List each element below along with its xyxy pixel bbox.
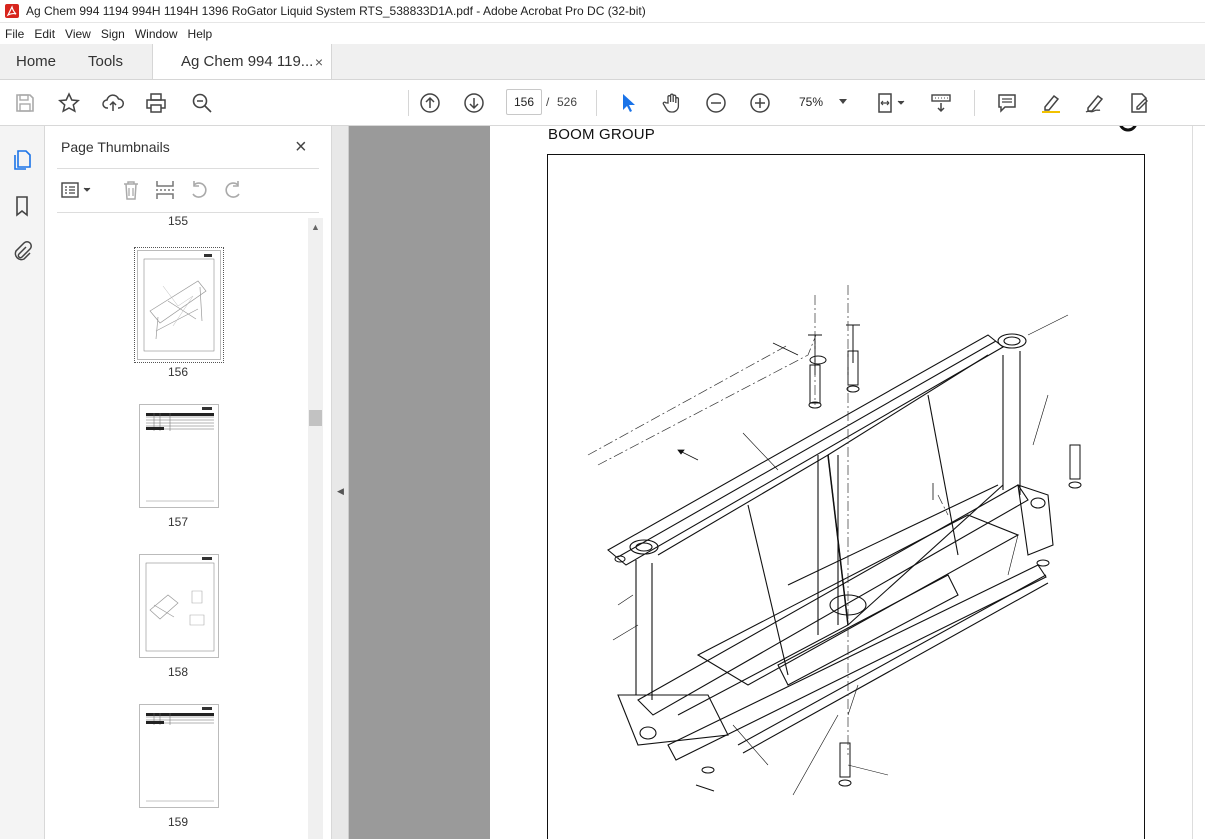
panel-splitter[interactable]: ◀ bbox=[332, 126, 349, 839]
fit-page-icon[interactable] bbox=[874, 91, 908, 115]
search-zoom-icon[interactable] bbox=[190, 91, 214, 115]
thumbnail-table bbox=[146, 707, 214, 802]
tab-bar: Home Tools Ag Chem 994 119... × bbox=[0, 44, 1205, 80]
menu-help[interactable]: Help bbox=[183, 27, 218, 41]
scrollbar-thumb[interactable] bbox=[309, 410, 322, 426]
window-title: Ag Chem 994 1194 994H 1194H 1396 RoGator… bbox=[26, 4, 646, 18]
drawing-frame bbox=[547, 154, 1145, 839]
close-icon[interactable]: × bbox=[295, 136, 307, 159]
toolbar-divider bbox=[596, 90, 597, 116]
thumbnail-page-157[interactable] bbox=[139, 404, 219, 508]
save-icon[interactable] bbox=[13, 91, 37, 115]
zoom-value: 75% bbox=[799, 95, 824, 109]
upload-icon[interactable] bbox=[101, 91, 125, 115]
zoom-dropdown[interactable]: 75% bbox=[793, 89, 853, 115]
menu-window[interactable]: Window bbox=[130, 27, 183, 41]
menu-bar: File Edit View Sign Window Help bbox=[0, 23, 1205, 44]
boom-frame-exploded-drawing bbox=[587, 285, 1082, 796]
toolbar-divider bbox=[974, 90, 975, 116]
thumbnail-page-159[interactable] bbox=[139, 704, 219, 808]
options-menu-icon[interactable] bbox=[59, 178, 95, 202]
page-heading: BOOM GROUP bbox=[548, 126, 656, 143]
acrobat-icon bbox=[5, 4, 19, 18]
insert-pages-icon[interactable] bbox=[153, 178, 177, 202]
zoom-in-icon[interactable] bbox=[748, 91, 772, 115]
comment-icon[interactable] bbox=[995, 91, 1019, 115]
bookmarks-icon[interactable] bbox=[10, 194, 34, 218]
edit-pdf-icon[interactable] bbox=[1127, 91, 1151, 115]
panel-title: Page Thumbnails bbox=[61, 139, 170, 155]
tab-document-label: Ag Chem 994 119... bbox=[181, 53, 314, 70]
page-separator: / bbox=[546, 95, 550, 109]
thumbnail-table bbox=[146, 407, 214, 502]
title-bar: Ag Chem 994 1194 994H 1194H 1396 RoGator… bbox=[0, 0, 1205, 23]
menu-edit[interactable]: Edit bbox=[29, 27, 60, 41]
sign-icon[interactable] bbox=[1083, 91, 1107, 115]
attachments-icon[interactable] bbox=[10, 239, 34, 263]
menu-sign[interactable]: Sign bbox=[96, 27, 130, 41]
page-edge bbox=[1192, 126, 1205, 839]
menu-file[interactable]: File bbox=[0, 27, 29, 41]
print-icon[interactable] bbox=[144, 91, 168, 115]
zoom-out-icon[interactable] bbox=[704, 91, 728, 115]
tab-close-icon[interactable]: × bbox=[315, 54, 323, 70]
thumbnail-label: 158 bbox=[167, 665, 189, 679]
divider bbox=[57, 212, 319, 213]
logo-mark bbox=[1119, 126, 1137, 132]
tab-document[interactable]: Ag Chem 994 119... × bbox=[152, 44, 332, 79]
divider bbox=[57, 168, 319, 169]
thumbnail-label: 159 bbox=[167, 815, 189, 829]
chevron-down-icon bbox=[839, 99, 847, 104]
redo-icon[interactable] bbox=[221, 178, 245, 202]
main-toolbar bbox=[0, 80, 1205, 126]
chevron-up-icon[interactable]: ▲ bbox=[311, 222, 320, 232]
pdf-page: BOOM GROUP bbox=[490, 126, 1192, 839]
toolbar-divider bbox=[408, 90, 409, 116]
thumbnail-scrollbar[interactable]: ▲ bbox=[308, 218, 323, 839]
thumbnail-page-156[interactable] bbox=[134, 247, 224, 363]
tab-home[interactable]: Home bbox=[0, 44, 74, 79]
hand-icon[interactable] bbox=[660, 91, 684, 115]
select-cursor-icon[interactable] bbox=[616, 91, 640, 115]
scroll-mode-icon[interactable] bbox=[929, 91, 953, 115]
undo-icon[interactable] bbox=[187, 178, 211, 202]
page-down-icon[interactable] bbox=[462, 91, 486, 115]
bookmark-star-icon[interactable] bbox=[57, 91, 81, 115]
thumbnails-panel: Page Thumbnails × 155 156 157 158 159 ▲ bbox=[45, 126, 332, 839]
thumbnail-label: 155 bbox=[167, 214, 189, 226]
delete-icon[interactable] bbox=[119, 178, 143, 202]
thumbnail-page-158[interactable] bbox=[139, 554, 219, 658]
total-pages: 526 bbox=[557, 95, 578, 109]
tab-tools[interactable]: Tools bbox=[74, 44, 152, 79]
page-number-input[interactable]: 156 bbox=[506, 89, 542, 115]
thumbnail-drawing bbox=[145, 557, 215, 652]
thumbnail-drawing bbox=[143, 254, 215, 352]
collapse-panel-icon[interactable]: ◀ bbox=[337, 486, 344, 497]
navigation-rail bbox=[0, 126, 45, 839]
thumbnail-label: 156 bbox=[167, 365, 189, 379]
thumbnail-label: 157 bbox=[167, 515, 189, 529]
page-thumbnails-icon[interactable] bbox=[10, 148, 34, 172]
document-viewer: BOOM GROUP bbox=[349, 126, 1205, 839]
page-up-icon[interactable] bbox=[418, 91, 442, 115]
highlight-icon[interactable] bbox=[1039, 91, 1063, 115]
menu-view[interactable]: View bbox=[60, 27, 96, 41]
